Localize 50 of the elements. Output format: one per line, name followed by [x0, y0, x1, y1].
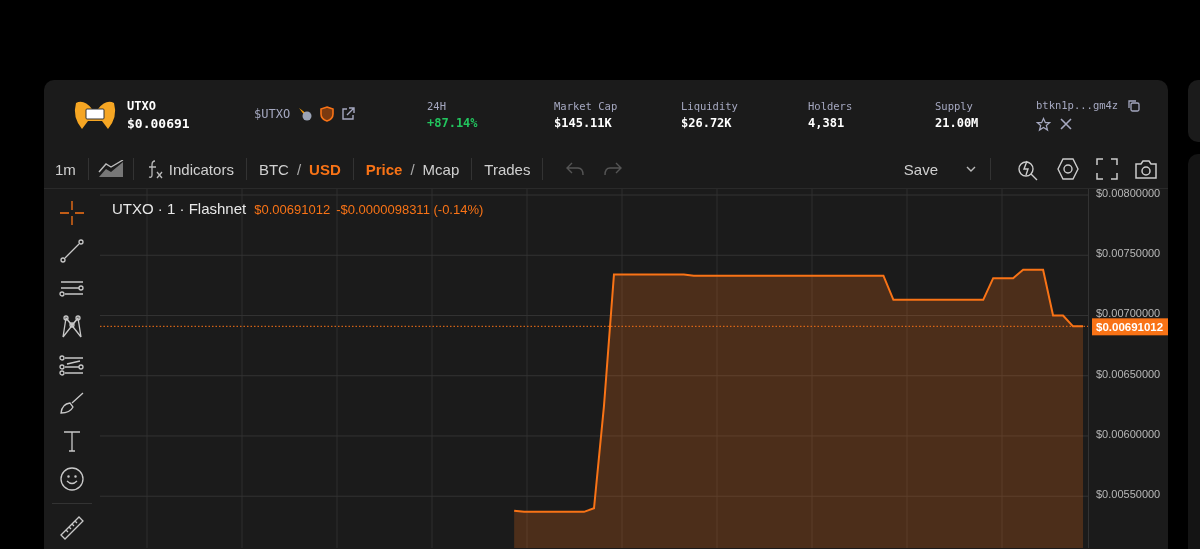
save-button[interactable]: Save: [900, 158, 941, 180]
fullscreen-icon[interactable]: [1096, 158, 1118, 180]
indicators-button[interactable]: Indicators: [142, 157, 237, 181]
price-axis-label: $0.00800000: [1096, 189, 1161, 199]
x-logo-icon[interactable]: [1060, 118, 1072, 130]
price-axis-label: $0.00550000: [1096, 488, 1161, 501]
comet-icon: [297, 106, 314, 122]
price-axis-label: $0.00650000: [1096, 367, 1161, 380]
currency-toggle[interactable]: BTC: [255, 158, 292, 180]
ruler-icon[interactable]: [58, 514, 86, 542]
stat-value: $145.11K: [554, 116, 613, 130]
copy-icon[interactable]: [1127, 98, 1141, 112]
chart-price: $0.00691012: [254, 202, 331, 217]
token-name: UTXO: [127, 99, 157, 113]
stat-label: Holders: [808, 100, 854, 112]
stat-value: 4,381: [808, 116, 846, 130]
price-change: -$0.0000098311 (-0.14%): [336, 202, 484, 217]
emoji-icon[interactable]: [58, 465, 86, 493]
interval-button[interactable]: 1m: [52, 158, 79, 180]
token-price: $0.00691: [127, 116, 191, 131]
area-chart-icon[interactable]: [97, 160, 124, 178]
trades-button[interactable]: Trades: [481, 158, 534, 180]
side-panel: [1188, 80, 1200, 142]
price-axis-label: $0.00600000: [1096, 427, 1161, 440]
chevron-down-icon[interactable]: [965, 165, 977, 173]
external-link-icon[interactable]: [341, 107, 356, 121]
stat-label: Supply: [935, 100, 974, 112]
price-axis-label: $0.00750000: [1096, 247, 1161, 260]
trend-line-icon[interactable]: [58, 237, 86, 265]
camera-icon[interactable]: [1134, 158, 1158, 180]
settings-icon[interactable]: [1056, 157, 1080, 181]
mode-toggle[interactable]: Mcap: [419, 158, 463, 180]
shield-icon[interactable]: [320, 106, 335, 122]
crosshair-icon[interactable]: [58, 199, 86, 227]
star-icon[interactable]: [1036, 116, 1051, 132]
price-axis-label: $0.00700000: [1096, 307, 1161, 320]
stat-value: +87.14%: [427, 116, 479, 130]
stat-value: $26.72K: [681, 116, 733, 130]
chart-symbol: UTXO · 1 · Flashnet: [112, 200, 247, 217]
mode-toggle[interactable]: Price: [362, 158, 406, 180]
separator-slash: /: [409, 160, 416, 178]
stat-label: Liquidity: [681, 100, 739, 112]
token-symbol: $UTXO: [254, 107, 291, 121]
current-price-badge: $0.00691012: [1092, 318, 1168, 336]
token-address: btkn1p...gm4z: [1036, 99, 1119, 111]
currency-toggle[interactable]: USD: [306, 158, 344, 180]
stat-label: 24H: [427, 100, 447, 112]
separator-slash: /: [295, 160, 303, 178]
stat-label: Market Cap: [554, 100, 619, 112]
stat-value: 21.00M: [935, 116, 980, 130]
